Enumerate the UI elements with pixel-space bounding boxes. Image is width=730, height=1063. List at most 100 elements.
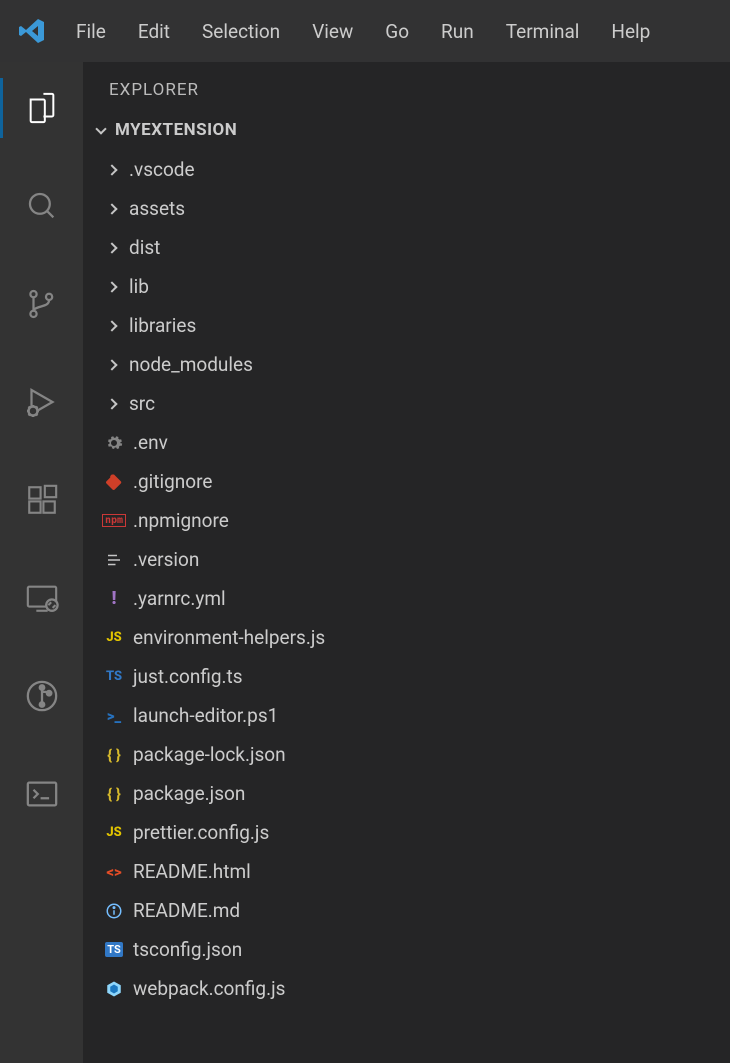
files-icon [25,91,59,125]
remote-icon [25,581,59,615]
folder-label: libraries [129,314,196,337]
menu-selection[interactable]: Selection [202,20,280,43]
file-item[interactable]: TS tsconfig.json [83,930,730,969]
folder-root-header[interactable]: MYEXTENSION [83,110,730,150]
chevron-right-icon [103,244,121,252]
sidebar: EXPLORER MYEXTENSION .vscode assets dist li… [83,62,730,1063]
file-item[interactable]: TS just.config.ts [83,657,730,696]
file-label: .npmignore [133,509,229,532]
file-label: prettier.config.js [133,821,269,844]
file-item[interactable]: ! .yarnrc.yml [83,579,730,618]
activity-remote[interactable] [0,568,83,628]
file-item[interactable]: .gitignore [83,462,730,501]
folder-root-label: MYEXTENSION [115,120,237,140]
git-graph-icon [25,679,59,713]
extensions-icon [25,483,59,517]
chevron-right-icon [103,361,121,369]
file-item[interactable]: webpack.config.js [83,969,730,1008]
folder-item[interactable]: libraries [83,306,730,345]
file-label: package.json [133,782,245,805]
file-item[interactable]: .version [83,540,730,579]
chevron-right-icon [103,283,121,291]
file-label: .env [133,431,168,454]
activity-extensions[interactable] [0,470,83,530]
menu-terminal[interactable]: Terminal [506,20,580,43]
activity-run-debug[interactable] [0,372,83,432]
npm-icon: npm [103,514,125,527]
chevron-right-icon [103,400,121,408]
chevron-right-icon [103,205,121,213]
menu-file[interactable]: File [76,20,106,43]
file-label: launch-editor.ps1 [133,704,278,727]
file-item[interactable]: >_ launch-editor.ps1 [83,696,730,735]
folder-item[interactable]: assets [83,189,730,228]
menu-edit[interactable]: Edit [138,20,170,43]
title-bar: File Edit Selection View Go Run Terminal… [0,0,730,62]
file-label: package-lock.json [133,743,286,766]
folder-label: lib [129,275,149,298]
yaml-icon: ! [103,588,125,609]
tsbadge-icon: TS [103,942,125,957]
file-label: .gitignore [133,470,212,493]
file-label: webpack.config.js [133,977,285,1000]
menu-run[interactable]: Run [441,20,474,43]
folder-label: .vscode [129,158,195,181]
file-label: just.config.ts [133,665,243,688]
activity-bar [0,62,83,1063]
folder-item[interactable]: .vscode [83,150,730,189]
folder-label: src [129,392,155,415]
file-label: .version [133,548,199,571]
folder-label: assets [129,197,185,220]
folder-item[interactable]: src [83,384,730,423]
file-label: tsconfig.json [133,938,242,961]
activity-explorer[interactable] [0,78,83,138]
debug-icon [24,384,60,420]
folder-item[interactable]: node_modules [83,345,730,384]
activity-source-control[interactable] [0,274,83,334]
ps1-icon: >_ [103,707,125,725]
file-item[interactable]: <> README.html [83,852,730,891]
sidebar-title: EXPLORER [83,62,730,110]
menu-go[interactable]: Go [385,20,409,43]
js-icon: JS [103,630,125,645]
search-icon [25,189,59,223]
file-label: environment-helpers.js [133,626,325,649]
file-item[interactable]: npm .npmignore [83,501,730,540]
html-icon: <> [103,863,125,881]
file-item[interactable]: { } package-lock.json [83,735,730,774]
menu-help[interactable]: Help [611,20,650,43]
file-label: .yarnrc.yml [133,587,226,610]
menu-bar: File Edit Selection View Go Run Terminal… [76,20,650,43]
file-tree: .vscode assets dist lib libraries node_module… [83,150,730,1008]
chevron-down-icon [91,128,111,133]
file-item[interactable]: README.md [83,891,730,930]
lines-icon [103,551,125,569]
webpack-icon [103,980,125,998]
info-icon [103,902,125,920]
chevron-right-icon [103,166,121,174]
file-label: README.md [133,899,240,922]
branch-icon [25,287,59,321]
json-icon: { } [103,785,125,803]
activity-search[interactable] [0,176,83,236]
file-item[interactable]: JS environment-helpers.js [83,618,730,657]
json-icon: { } [103,746,125,764]
activity-git-graph[interactable] [0,666,83,726]
body: EXPLORER MYEXTENSION .vscode assets dist li… [0,62,730,1063]
folder-label: dist [129,236,160,259]
activity-terminal[interactable] [0,764,83,824]
folder-item[interactable]: lib [83,267,730,306]
ts-icon: TS [103,669,125,684]
js-icon: JS [103,825,125,840]
file-item[interactable]: .env [83,423,730,462]
file-label: README.html [133,860,251,883]
folder-label: node_modules [129,353,253,376]
menu-view[interactable]: View [312,20,353,43]
vscode-logo-icon [18,17,46,45]
chevron-right-icon [103,322,121,330]
terminal-icon [25,777,59,811]
git-icon [103,473,125,491]
file-item[interactable]: JS prettier.config.js [83,813,730,852]
file-item[interactable]: { } package.json [83,774,730,813]
folder-item[interactable]: dist [83,228,730,267]
